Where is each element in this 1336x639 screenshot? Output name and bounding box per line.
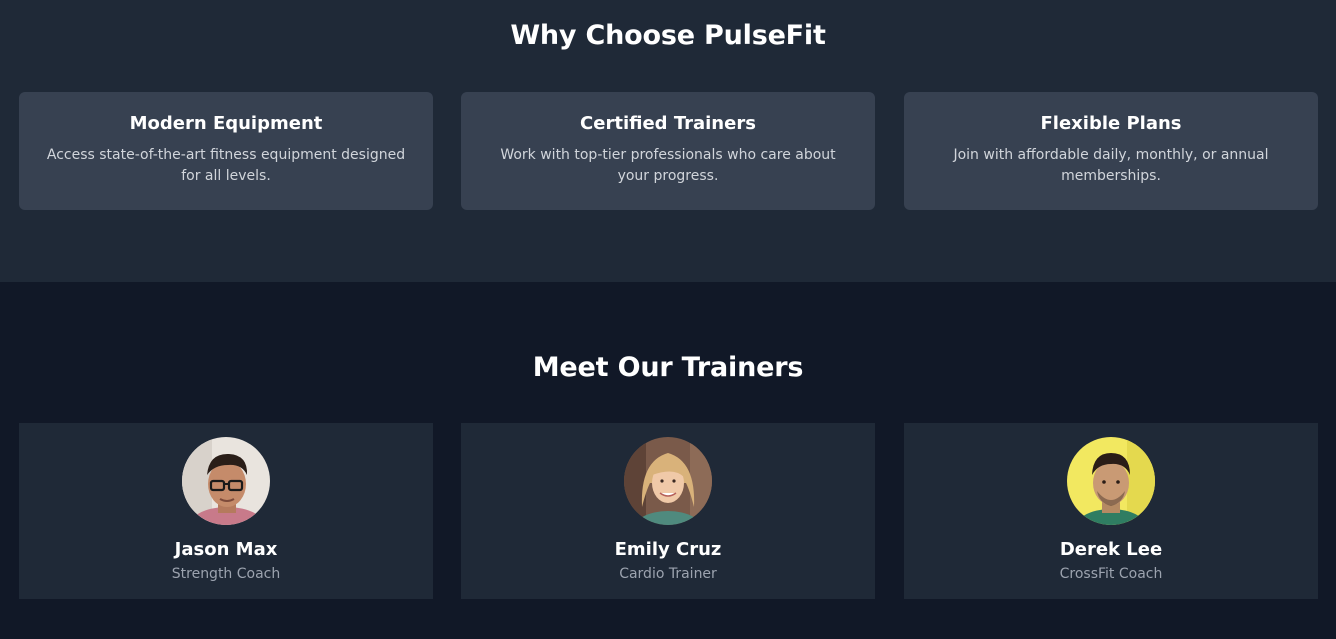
why-choose-title: Why Choose PulseFit bbox=[510, 20, 826, 51]
trainer-role: Cardio Trainer bbox=[619, 566, 717, 582]
feature-title: Certified Trainers bbox=[580, 113, 756, 134]
trainers-title: Meet Our Trainers bbox=[532, 352, 804, 383]
trainer-card-emily-cruz: Emily Cruz Cardio Trainer bbox=[461, 423, 875, 599]
trainers-section: Meet Our Trainers Jason Max Strength Coa… bbox=[0, 282, 1336, 639]
feature-description: Work with top-tier professionals who car… bbox=[500, 147, 836, 184]
feature-title: Flexible Plans bbox=[1040, 113, 1182, 134]
trainer-name: Emily Cruz bbox=[614, 539, 722, 560]
trainer-avatar bbox=[624, 437, 712, 525]
feature-description: Join with affordable daily, monthly, or … bbox=[953, 147, 1269, 184]
feature-card-flexible-plans: Flexible Plans Join with affordable dail… bbox=[904, 92, 1318, 210]
feature-description: Access state-of-the-art fitness equipmen… bbox=[46, 147, 406, 184]
feature-title: Modern Equipment bbox=[129, 113, 323, 134]
trainer-card-derek-lee: Derek Lee CrossFit Coach bbox=[904, 423, 1318, 599]
feature-card-modern-equipment: Modern Equipment Access state-of-the-art… bbox=[19, 92, 433, 210]
why-choose-section: Why Choose PulseFit Modern Equipment Acc… bbox=[0, 0, 1336, 282]
trainer-card-jason-max: Jason Max Strength Coach bbox=[19, 423, 433, 599]
trainer-name: Jason Max bbox=[174, 539, 278, 560]
trainer-role: CrossFit Coach bbox=[1059, 566, 1163, 582]
trainer-role: Strength Coach bbox=[171, 566, 281, 582]
trainer-avatar bbox=[1067, 437, 1155, 525]
trainer-avatar bbox=[182, 437, 270, 525]
feature-card-certified-trainers: Certified Trainers Work with top-tier pr… bbox=[461, 92, 875, 210]
trainer-name: Derek Lee bbox=[1059, 539, 1163, 560]
